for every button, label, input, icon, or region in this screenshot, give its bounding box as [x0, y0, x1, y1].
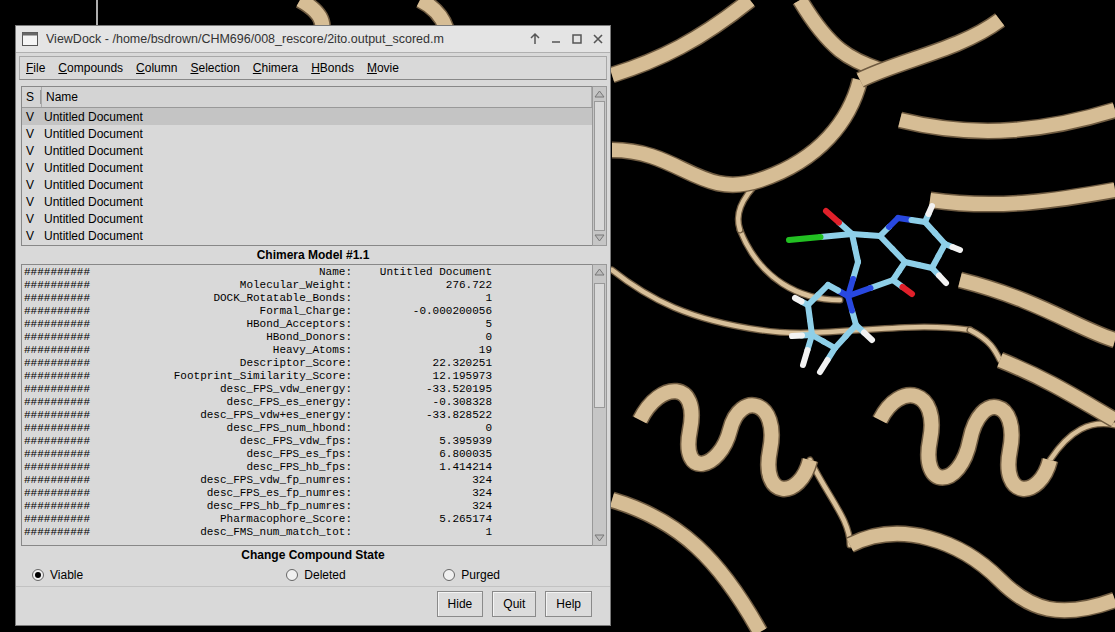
detail-row: ########## Molecular_Weight: 276.722	[24, 279, 592, 292]
compound-row[interactable]: V Untitled Document	[22, 125, 592, 142]
close-icon[interactable]	[590, 31, 606, 47]
detail-scrollbar[interactable]	[592, 264, 607, 546]
maximize-icon[interactable]	[569, 31, 585, 47]
compound-row[interactable]: V Untitled Document	[22, 176, 592, 193]
detail-row: ########## Descriptor_Score: 22.320251	[24, 357, 592, 370]
compound-list: S Name V Untitled DocumentV Untitled Doc…	[21, 86, 607, 246]
scroll-down-icon[interactable]	[593, 533, 606, 543]
detail-row: ########## Formal_Charge: -0.000200056	[24, 305, 592, 318]
scroll-down-icon[interactable]	[593, 233, 606, 243]
window-title: ViewDock - /home/bsdrown/CHM696/008_resc…	[46, 32, 519, 46]
detail-row: ########## desc_FPS_hb_fp_numres: 324	[24, 500, 592, 513]
title-bar[interactable]: ViewDock - /home/bsdrown/CHM696/008_resc…	[16, 26, 610, 53]
detail-row: ########## desc_FPS_es_fp_numres: 324	[24, 487, 592, 500]
compound-row[interactable]: V Untitled Document	[22, 108, 592, 125]
detail-panel: ########## Name: Untitled Document######…	[21, 264, 607, 546]
scroll-up-icon[interactable]	[593, 89, 606, 99]
detail-row: ########## desc_FPS_vdw_fp_numres: 324	[24, 474, 592, 487]
button-row: Hide Quit Help	[16, 586, 610, 625]
state-radio[interactable]: Purged	[443, 568, 600, 582]
detail-row: ########## HBond_Donors: 0	[24, 331, 592, 344]
compound-row[interactable]: V Untitled Document	[22, 159, 592, 176]
detail-row: ########## desc_FPS_vdw_fps: 5.395939	[24, 435, 592, 448]
viewdock-window[interactable]: ViewDock - /home/bsdrown/CHM696/008_resc…	[15, 25, 611, 626]
detail-title: Chimera Model #1.1	[16, 246, 610, 264]
menu-item[interactable]: Movie	[367, 61, 399, 75]
detail-row: ########## HBond_Acceptors: 5	[24, 318, 592, 331]
dialog-button[interactable]: Hide	[437, 591, 484, 617]
compound-row[interactable]: V Untitled Document	[22, 210, 592, 227]
detail-row: ########## desc_FPS_num_hbond: 0	[24, 422, 592, 435]
state-radio[interactable]: Viable	[32, 568, 221, 582]
detail-row: ########## desc_FPS_vdw_energy: -33.5201…	[24, 383, 592, 396]
window-icon	[22, 32, 38, 46]
detail-row: ########## DOCK_Rotatable_Bonds: 1	[24, 292, 592, 305]
compound-row[interactable]: V Untitled Document	[22, 142, 592, 159]
menu-item[interactable]: Column	[136, 61, 177, 75]
detail-row: ########## desc_FPS_es_fps: 6.800035	[24, 448, 592, 461]
menu-item[interactable]: HBonds	[311, 61, 354, 75]
detail-row: ########## desc_FPS_hb_fps: 1.414214	[24, 461, 592, 474]
detail-row: ########## Footprint_Similarity_Score: 1…	[24, 370, 592, 383]
column-header[interactable]: Name	[41, 87, 592, 107]
state-radio[interactable]: Deleted	[286, 568, 345, 582]
detail-row: ########## Heavy_Atoms: 19	[24, 344, 592, 357]
detail-row: ########## desc_FMS_num_match_tot: 1	[24, 526, 592, 539]
list-scrollbar[interactable]	[592, 86, 607, 246]
state-options: Viable Deleted Purged	[16, 564, 610, 586]
detail-row: ########## desc_FPS_es_energy: -0.308328	[24, 396, 592, 409]
ligand-molecule[interactable]	[789, 206, 960, 372]
dialog-button[interactable]: Help	[545, 591, 592, 617]
menu-bar: File Compounds Column Selection Chimera HBond…	[19, 56, 607, 80]
compound-row[interactable]: V Untitled Document	[22, 227, 592, 244]
state-title: Change Compound State	[16, 546, 610, 564]
minimize-icon[interactable]	[548, 31, 564, 47]
menu-item[interactable]: Chimera	[253, 61, 298, 75]
detail-row: ########## Pharmacophore_Score: 5.265174	[24, 513, 592, 526]
scroll-up-icon[interactable]	[593, 267, 606, 277]
menu-item[interactable]: Selection	[190, 61, 239, 75]
detail-row: ########## Name: Untitled Document	[24, 266, 592, 279]
desktop: ViewDock - /home/bsdrown/CHM696/008_resc…	[0, 0, 1115, 632]
menu-item[interactable]: Compounds	[58, 61, 123, 75]
menu-item[interactable]: File	[26, 61, 45, 75]
dialog-button[interactable]: Quit	[492, 591, 536, 617]
list-header: S Name	[22, 87, 592, 108]
raise-icon[interactable]	[527, 31, 543, 47]
column-header[interactable]: S	[22, 90, 41, 104]
detail-row: ########## desc_FPS_vdw+es_energy: -33.8…	[24, 409, 592, 422]
compound-row[interactable]: V Untitled Document	[22, 193, 592, 210]
